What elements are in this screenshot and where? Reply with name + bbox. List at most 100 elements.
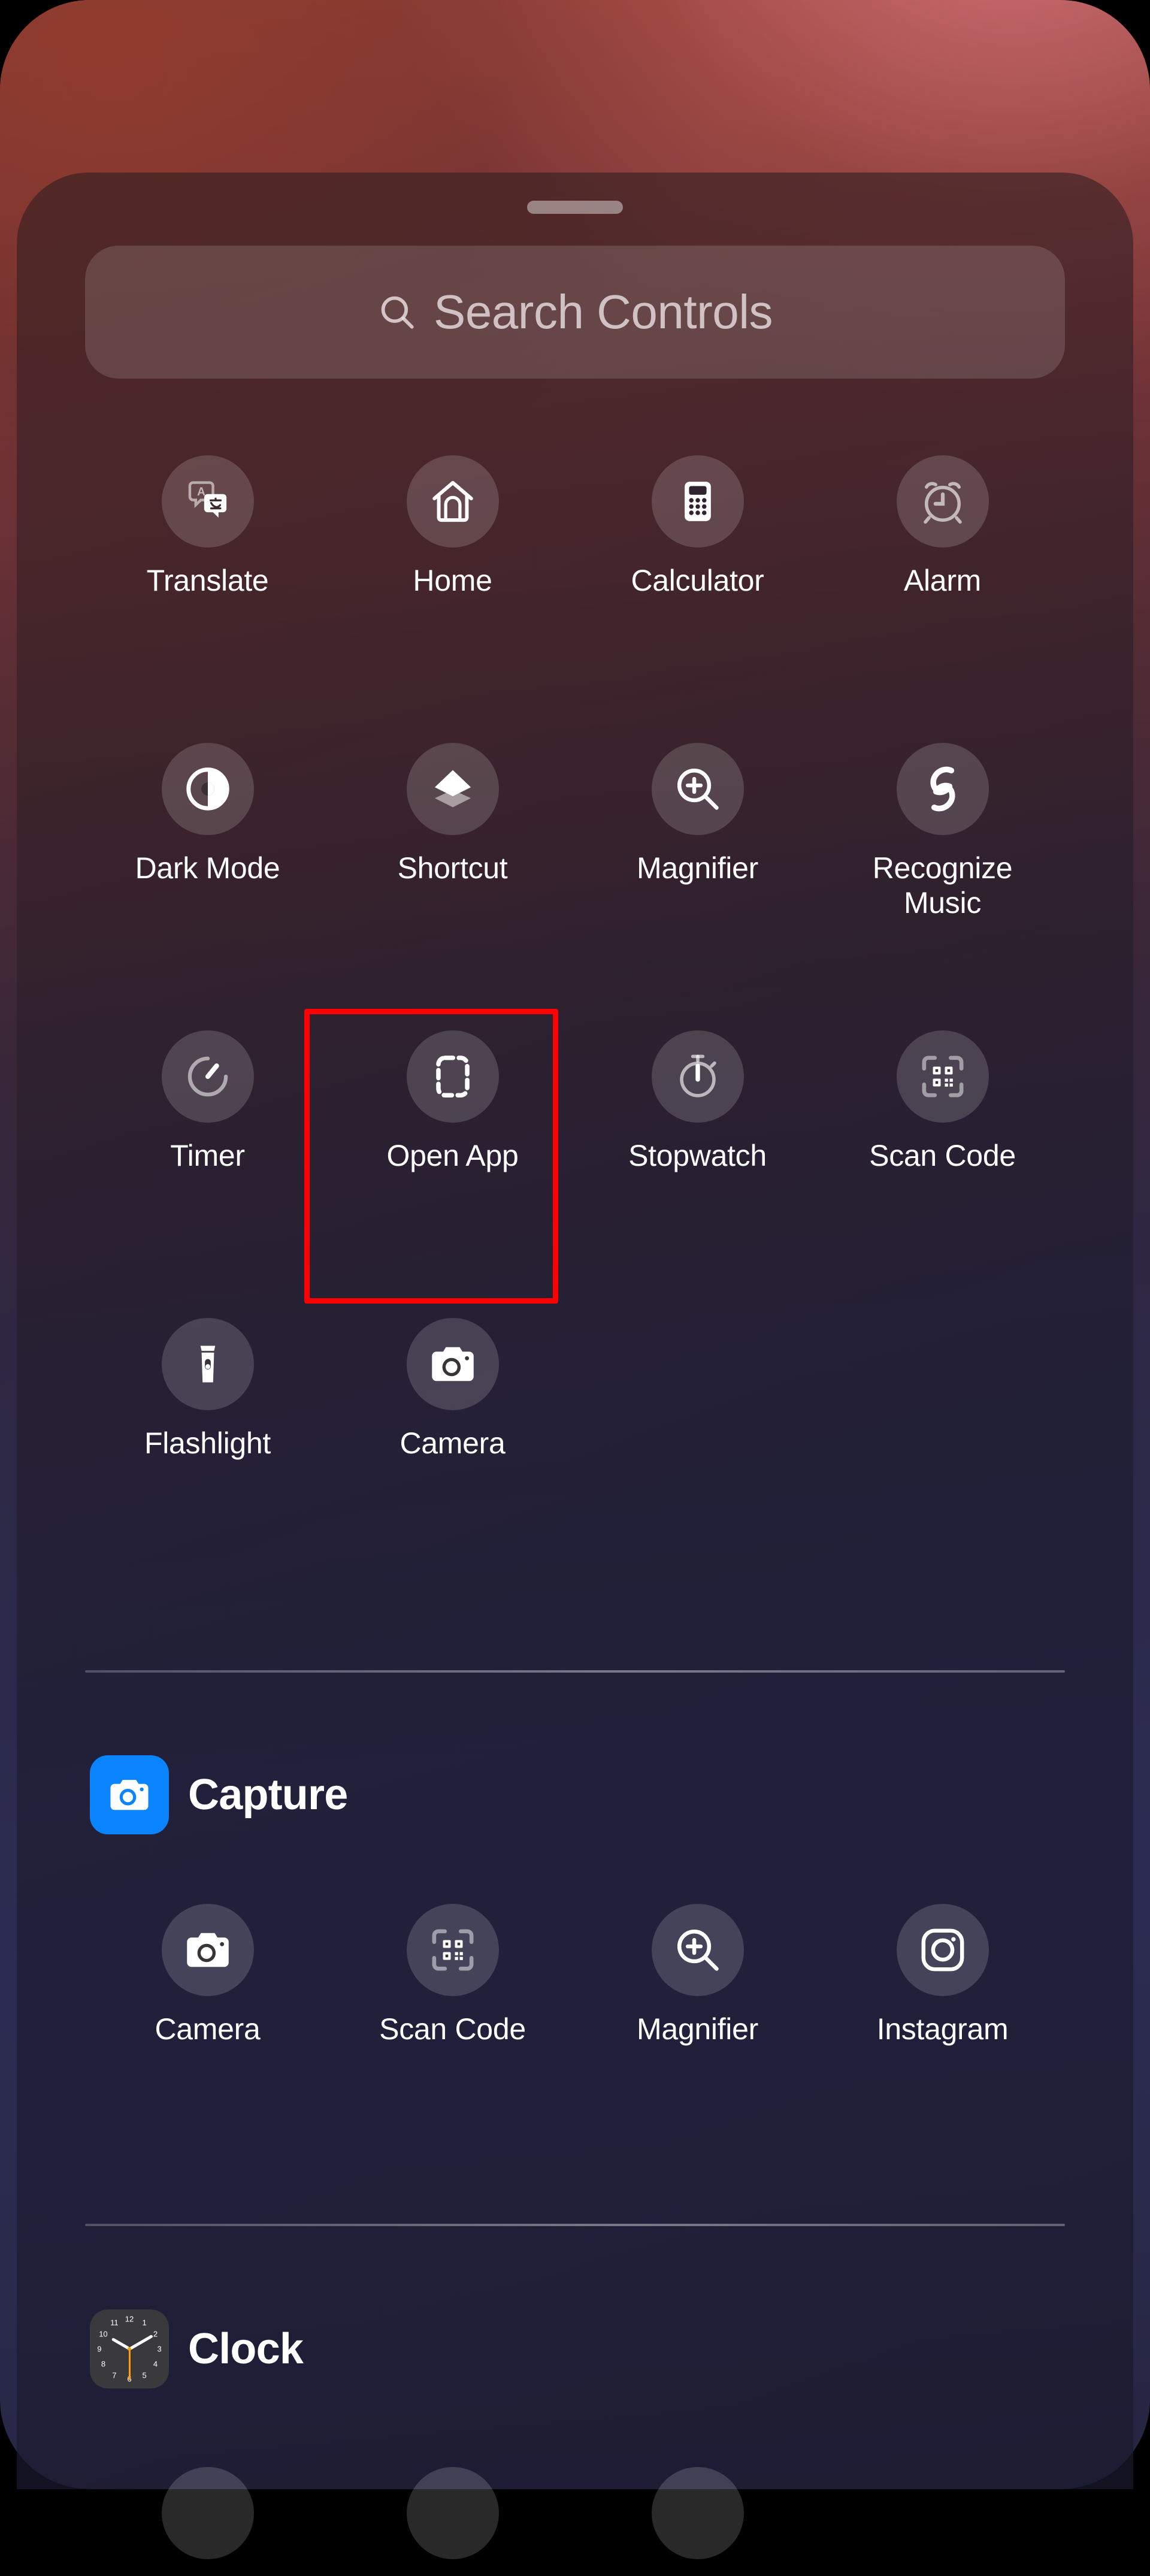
clock-face: 12 1 2 3 4 5 6 7 8 9 10 11	[90, 2309, 169, 2388]
control-calculator[interactable]: Calculator	[575, 445, 820, 732]
control-stopwatch[interactable]: Stopwatch	[575, 1020, 820, 1307]
home-icon	[428, 476, 478, 527]
control-empty-slot-2	[820, 1307, 1065, 1595]
control-camera[interactable]: Camera	[85, 1893, 330, 2145]
camera-icon	[182, 1924, 234, 1976]
control-open-app[interactable]: Open App	[330, 1020, 575, 1307]
control-label: Calculator	[631, 564, 764, 597]
control-label: Alarm	[903, 564, 982, 597]
search-icon	[377, 292, 417, 332]
control-bubble[interactable]	[406, 1904, 499, 1996]
control-bubble[interactable]	[406, 1030, 499, 1123]
control-recognize-music[interactable]: Recognize Music	[820, 732, 1065, 1020]
shazam-icon	[916, 763, 969, 815]
clock-numeral: 2	[153, 2329, 158, 2339]
control-label: Instagram	[876, 2012, 1009, 2046]
calculator-icon	[675, 479, 721, 524]
shortcut-layers-icon	[427, 763, 479, 815]
control-bubble[interactable]	[651, 1030, 744, 1123]
control-label: Home	[413, 564, 492, 597]
control-bubble[interactable]	[406, 455, 499, 548]
control-bubble[interactable]	[406, 743, 499, 835]
timer-icon	[183, 1051, 233, 1102]
section-header-capture: Capture	[90, 1755, 348, 1834]
svg-text:A: A	[197, 486, 205, 498]
control-label: Open App	[386, 1139, 519, 1172]
control-bubble[interactable]	[161, 1030, 254, 1123]
section-title: Capture	[188, 1771, 348, 1819]
clock-numeral: 10	[99, 2329, 108, 2339]
control-dark-mode[interactable]: Dark Mode	[85, 732, 330, 1020]
clock-minute-hand	[128, 2334, 153, 2351]
scan-code-icon	[918, 1051, 968, 1102]
control-bubble[interactable]	[161, 2467, 254, 2559]
control-label: Magnifier	[637, 851, 758, 885]
control-label: Scan Code	[379, 2012, 526, 2046]
control-bubble[interactable]	[161, 1904, 254, 1996]
open-app-icon	[429, 1053, 476, 1100]
alarm-clock-icon	[917, 476, 969, 527]
control-label: Stopwatch	[628, 1139, 767, 1172]
control-magnifier[interactable]: Magnifier	[575, 1893, 820, 2145]
control-bubble[interactable]	[651, 1904, 744, 1996]
control-bubble[interactable]	[161, 743, 254, 835]
control-home[interactable]: Home	[330, 445, 575, 732]
control-bubble[interactable]	[651, 455, 744, 548]
control-bubble[interactable]: A	[161, 455, 254, 548]
control-clock-slot-2[interactable]	[330, 2456, 575, 2576]
control-timer[interactable]: Timer	[85, 1020, 330, 1307]
control-bubble[interactable]	[406, 2467, 499, 2559]
scan-code-icon	[428, 1925, 478, 1975]
camera-app-icon	[90, 1755, 169, 1834]
grabber-handle[interactable]	[527, 201, 623, 214]
magnifier-icon	[673, 764, 723, 814]
section-title: Clock	[188, 2325, 304, 2373]
control-bubble[interactable]	[651, 2467, 744, 2559]
control-shortcut[interactable]: Shortcut	[330, 732, 575, 1020]
flashlight-icon	[184, 1341, 231, 1387]
control-clock-slot-3[interactable]	[575, 2456, 820, 2576]
control-alarm[interactable]: Alarm	[820, 445, 1065, 732]
instagram-icon	[918, 1925, 968, 1975]
clock-numeral: 9	[97, 2344, 102, 2354]
search-controls-field[interactable]: Search Controls	[85, 246, 1065, 379]
control-bubble[interactable]	[896, 1030, 989, 1123]
control-label: Dark Mode	[135, 851, 280, 885]
control-label: Camera	[400, 1426, 506, 1460]
control-clock-slot-1[interactable]	[85, 2456, 330, 2576]
clock-app-icon: 12 1 2 3 4 5 6 7 8 9 10 11	[90, 2309, 169, 2388]
control-label: Timer	[170, 1139, 245, 1172]
stopwatch-icon	[673, 1051, 723, 1102]
clock-numeral: 4	[153, 2359, 158, 2369]
clock-second-hand	[128, 2349, 131, 2380]
dark-mode-icon	[183, 764, 233, 814]
clock-numeral: 3	[157, 2344, 162, 2354]
control-label: Magnifier	[637, 2012, 758, 2046]
control-bubble[interactable]	[651, 743, 744, 835]
control-bubble[interactable]	[896, 455, 989, 548]
section-header-clock: 12 1 2 3 4 5 6 7 8 9 10 11 Clock	[90, 2309, 304, 2388]
clock-numeral: 12	[125, 2314, 134, 2324]
control-camera[interactable]: Camera	[330, 1307, 575, 1595]
control-magnifier[interactable]: Magnifier	[575, 732, 820, 1020]
control-translate[interactable]: A Translate	[85, 445, 330, 732]
control-flashlight[interactable]: Flashlight	[85, 1307, 330, 1595]
clock-numeral: 7	[112, 2371, 117, 2380]
magnifier-icon	[673, 1925, 723, 1975]
clock-numeral: 1	[142, 2318, 147, 2327]
control-scan-code[interactable]: Scan Code	[820, 1020, 1065, 1307]
control-bubble[interactable]	[896, 743, 989, 835]
capture-controls-grid: Camera Scan Code Magnifier Instagram	[85, 1893, 1065, 2145]
main-controls-grid: A Translate Home Calculator Alarm Dark M…	[85, 445, 1065, 1595]
translate-icon: A	[183, 477, 232, 526]
search-placeholder-text: Search Controls	[433, 285, 773, 338]
control-bubble[interactable]	[406, 1318, 499, 1410]
control-label: Translate	[146, 564, 269, 597]
control-bubble[interactable]	[161, 1318, 254, 1410]
section-divider	[85, 2224, 1065, 2226]
control-instagram[interactable]: Instagram	[820, 1893, 1065, 2145]
clock-center-dot	[128, 2347, 131, 2351]
control-bubble[interactable]	[896, 1904, 989, 1996]
control-scan-code[interactable]: Scan Code	[330, 1893, 575, 2145]
clock-numeral: 5	[142, 2371, 147, 2380]
